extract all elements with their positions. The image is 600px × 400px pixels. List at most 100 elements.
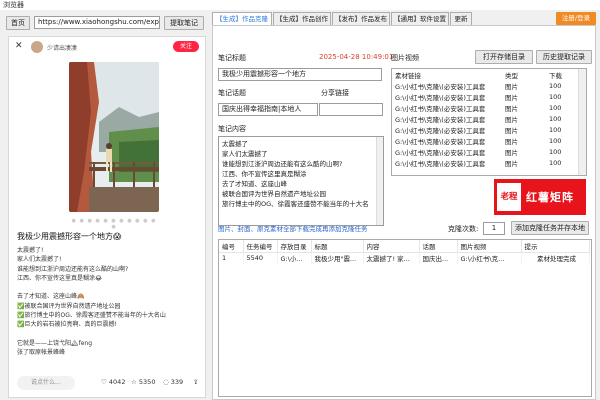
media-row[interactable]: G:\小红书\克隆\(必安装)工具套 图片 100	[392, 146, 580, 157]
media-type-cell: 图片	[505, 93, 518, 102]
clone-panel: 笔记标题 2025-04-28 10:49:01 我极少用震撼形容一个地方 笔记…	[212, 25, 596, 400]
content-line: 被联合国评为世界自然遗产地址公园	[222, 190, 326, 198]
media-label: 图片视频	[391, 54, 419, 62]
task-col-header[interactable]: 标题	[311, 240, 364, 253]
share-icon[interactable]: ⇪	[193, 378, 198, 386]
open-folder-button[interactable]: 打开存储目录	[475, 50, 533, 64]
clone-count-input[interactable]: 1	[483, 222, 505, 235]
browser-pane: 首页 https://www.xiaohongshu.com/explore 提…	[4, 12, 206, 398]
task-cell: 国庆出...	[419, 252, 458, 264]
add-clone-task-button[interactable]: 添加克隆任务并存本地	[511, 221, 589, 235]
note-photo[interactable]	[69, 62, 159, 212]
comment-input[interactable]: 说点什么...	[17, 376, 75, 390]
author-avatar[interactable]	[31, 41, 43, 53]
media-type-cell: 图片	[505, 126, 518, 135]
task-cell: 1	[219, 252, 244, 264]
like-count: 4042	[108, 378, 126, 386]
media-type-cell: 图片	[505, 115, 518, 124]
task-col-header[interactable]: 内容	[363, 240, 420, 253]
media-link-cell: G:\小红书\克隆\(必安装)工具套	[395, 104, 486, 113]
media-col-link: 素材链接	[395, 71, 421, 80]
task-cell: 5540	[243, 252, 278, 264]
task-cell: 素材处理完成	[521, 252, 590, 264]
topic-input[interactable]: 国庆出得幸福指南|本地人	[218, 103, 318, 116]
post-line: ✅旅行博主中的OG、徐霞客还盛赞不能当年的十大名山	[17, 312, 166, 320]
slide-indicator: ● ● ● ● ● ● ● ● ● ● ● ●	[71, 218, 157, 230]
tab-publish[interactable]: 【发布】作品发布	[332, 12, 390, 25]
media-row[interactable]: G:\小红书\克隆\(必安装)工具套 图片 100	[392, 135, 580, 146]
media-type-cell: 图片	[505, 104, 518, 113]
media-link-cell: G:\小红书\克隆\(必安装)工具套	[395, 93, 486, 102]
tab-settings[interactable]: 【通用】软件设置	[391, 12, 449, 25]
media-type-cell: 图片	[505, 159, 518, 168]
media-list: 素材链接 类型 下载 G:\小红书\克隆\(必安装)工具套 图片 100 G:\小红书…	[391, 68, 587, 176]
post-line: 家人们太震撼了!	[17, 256, 62, 264]
extract-note-button[interactable]: 提取笔记	[164, 16, 204, 30]
media-row[interactable]: G:\小红书\克隆\(必安装)工具套 图片 100	[392, 157, 580, 168]
tab-create[interactable]: 【生成】作品创作	[273, 12, 331, 25]
content-line: 江西、你不宣传这里真是糊涂	[222, 170, 307, 178]
share-link-input[interactable]	[319, 103, 383, 116]
media-row[interactable]: G:\小红书\克隆\(必安装)工具套 图片 100	[392, 102, 580, 113]
media-col-type: 类型	[505, 71, 518, 80]
media-download-cell: 100	[549, 147, 562, 156]
url-input[interactable]: https://www.xiaohongshu.com/explore	[34, 16, 160, 29]
media-download-cell: 100	[549, 81, 562, 90]
task-col-header[interactable]: 图片视频	[457, 240, 522, 253]
brand-watermark: 老程 红薯矩阵	[494, 179, 586, 215]
watermark-text: 红薯矩阵	[526, 191, 574, 204]
note-title-input[interactable]: 我极少用震撼形容一个地方	[218, 68, 382, 81]
media-scrollbar[interactable]	[578, 69, 586, 175]
content-line: 谁能想到江浙沪周边还能有这么酷的山啊?	[222, 160, 343, 168]
media-link-cell: G:\小红书\克隆\(必安装)工具套	[395, 137, 486, 146]
login-button[interactable]: 注册/登录	[556, 12, 596, 25]
topic-label: 笔记话题	[218, 89, 246, 97]
mountain-photo-image	[69, 62, 159, 212]
window-title: 浏览器	[0, 0, 600, 10]
content-line: 去了才知道、这座山峰	[222, 180, 287, 188]
task-col-header[interactable]: 任务编号	[243, 240, 278, 253]
task-cell: 我极少用"震...	[311, 252, 364, 264]
post-line: 它就是——上饶弋阳🏔feng	[17, 339, 93, 347]
history-button[interactable]: 历史提取记录	[536, 50, 592, 64]
task-col-header[interactable]: 话题	[419, 240, 458, 253]
comment-button[interactable]: ◌ 339	[163, 378, 183, 386]
post-line: 谁能想到江浙沪周边还能有这么酷的山啊?	[17, 265, 129, 273]
tool-pane: 【生成】作品克隆 【生成】作品创作 【发布】作品发布 【通用】软件设置 更新 注…	[210, 12, 600, 400]
note-viewer: ✕ 少请出凄凄 关注 ● ● ● ● ● ● ● ● ● ● ● ● 我极少用震…	[8, 36, 206, 398]
collect-button[interactable]: ☆ 5350	[131, 378, 155, 386]
home-button[interactable]: 首页	[6, 16, 30, 30]
star-icon: ☆	[131, 378, 137, 386]
media-col-download: 下载	[549, 71, 562, 80]
task-cell: G:\小...	[277, 252, 312, 264]
media-link-cell: G:\小红书\克隆\(必安装)工具套	[395, 115, 486, 124]
task-row[interactable]: 1 5540 G:\小... 我极少用"震... 太震撼了! 家... 国庆出... G:\…	[219, 252, 590, 264]
media-link-cell: G:\小红书\克隆\(必安装)工具套	[395, 126, 486, 135]
datetime-text: 2025-04-28 10:49:01	[319, 53, 394, 61]
author-name[interactable]: 少请出凄凄	[47, 43, 77, 52]
tab-update[interactable]: 更新	[450, 12, 472, 25]
media-download-cell: 100	[549, 125, 562, 134]
tab-clone[interactable]: 【生成】作品克隆	[212, 12, 272, 26]
post-line: 张了取原帐景峰峰	[17, 349, 66, 357]
content-text: 太震撼了 家人们太震撼了 谁能想到江浙沪周边还能有这么酷的山啊? 江西、你不宣传这里真…	[222, 139, 380, 209]
task-col-header[interactable]: 提示	[521, 240, 590, 253]
back-icon[interactable]: ✕	[15, 41, 23, 51]
content-textarea[interactable]: 太震撼了 家人们太震撼了 谁能想到江浙沪周边还能有这么酷的山啊? 江西、你不宣传这里真…	[218, 136, 384, 226]
media-table: 素材链接 类型 下载 G:\小红书\克隆\(必安装)工具套 图片 100 G:\小红书…	[392, 69, 580, 168]
post-line	[17, 330, 203, 339]
media-row[interactable]: G:\小红书\克隆\(必安装)工具套 图片 100	[392, 91, 580, 102]
follow-button[interactable]: 关注	[173, 41, 199, 52]
media-type-cell: 图片	[505, 82, 518, 91]
media-download-cell: 100	[549, 158, 562, 167]
clone-hint: 图片、封面、原克素材全部下载完成再添加克隆任务	[218, 225, 368, 233]
content-scrollbar[interactable]	[376, 137, 383, 225]
media-row[interactable]: G:\小红书\克隆\(必安装)工具套 图片 100	[392, 124, 580, 135]
media-row[interactable]: G:\小红书\克隆\(必安装)工具套 图片 100	[392, 80, 580, 91]
task-col-header[interactable]: 存放目录	[277, 240, 312, 253]
media-row[interactable]: G:\小红书\克隆\(必安装)工具套 图片 100	[392, 113, 580, 124]
content-line: 旅行博主中的OG、徐霞客还盛赞不能当年的十大名	[222, 200, 369, 208]
content-label: 笔记内容	[218, 125, 246, 133]
like-button[interactable]: ♡ 4042	[101, 378, 125, 386]
task-col-header[interactable]: 编号	[219, 240, 244, 253]
